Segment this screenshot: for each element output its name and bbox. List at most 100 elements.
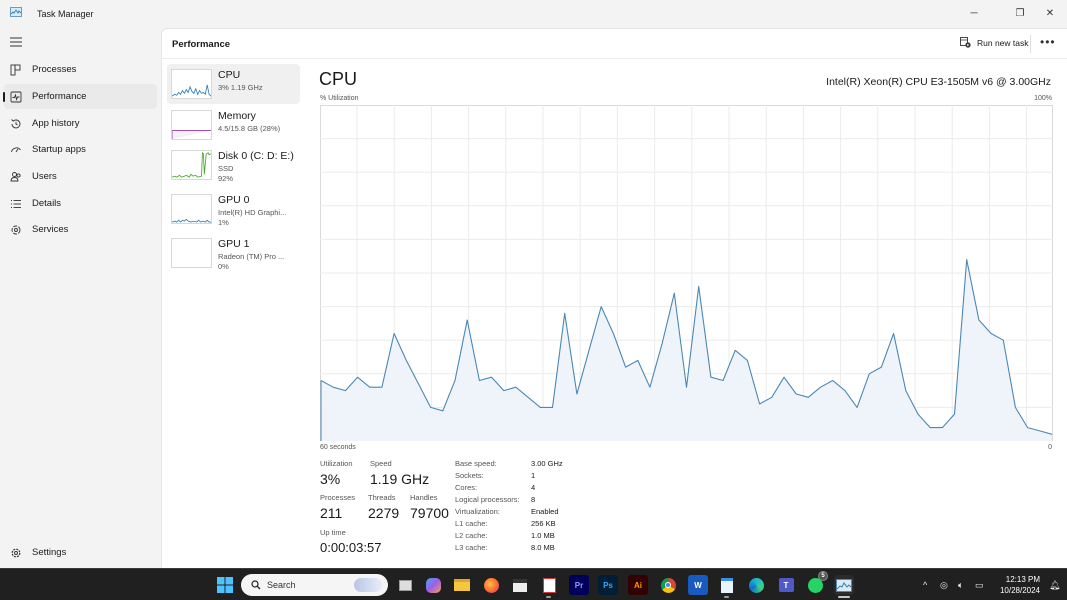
device-usage: 92%	[218, 174, 234, 183]
spec-value: 1	[531, 471, 536, 480]
header-divider	[1030, 35, 1031, 53]
illustrator-button[interactable]: Ai	[628, 575, 648, 595]
copilot-button[interactable]	[423, 575, 443, 595]
x-axis-left-label: 60 seconds	[320, 444, 356, 451]
hamburger-icon[interactable]	[10, 37, 22, 47]
task-manager-active-indicator	[838, 596, 850, 598]
gear-icon	[11, 548, 21, 557]
notification-badge: 5	[818, 571, 828, 581]
teams-button[interactable]: T	[776, 575, 796, 595]
cpu-title: CPU	[319, 69, 358, 89]
device-detail: 3% 1.19 GHz	[218, 83, 263, 92]
device-name: GPU 1	[218, 238, 250, 250]
show-hidden-icons-button[interactable]: ^	[923, 569, 927, 600]
battery-icon[interactable]: ▭	[975, 569, 984, 600]
more-options-button[interactable]: •••	[1040, 35, 1056, 49]
spec-label: Virtualization:	[455, 507, 500, 516]
handles-label: Handles	[410, 493, 438, 502]
device-item-gpu1[interactable]: GPU 1 Radeon (TM) Pro ... 0%	[167, 233, 300, 273]
sidebar-item-label: Settings	[32, 547, 67, 558]
file-explorer-button[interactable]	[452, 575, 472, 595]
search-placeholder: Search	[267, 580, 296, 590]
device-usage: 1%	[218, 218, 229, 227]
taskbar-clock[interactable]: 12:13 PM 10/28/2024	[995, 574, 1040, 596]
whatsapp-button[interactable]: 5	[805, 571, 828, 595]
sidebar-item-services[interactable]: Services	[4, 217, 157, 242]
clock-time: 12:13 PM	[1005, 575, 1040, 584]
page-title: Performance	[172, 39, 231, 50]
copilot-icon	[425, 577, 441, 593]
clock-date: 10/28/2024	[999, 586, 1040, 595]
clapper-app-button[interactable]	[510, 575, 530, 595]
sidebar-item-startup-apps[interactable]: Startup apps	[4, 137, 157, 162]
chrome-button[interactable]	[658, 575, 678, 595]
window-title: Task Manager	[37, 9, 94, 19]
spec-label: L3 cache:	[455, 543, 488, 552]
uptime-label: Up time	[320, 528, 346, 537]
device-name: GPU 0	[218, 194, 250, 206]
sidebar-item-users[interactable]: Users	[4, 164, 157, 189]
close-icon: ✕	[1045, 7, 1055, 19]
close-button[interactable]: ✕	[1036, 4, 1064, 22]
task-view-button[interactable]	[395, 575, 415, 595]
run-new-task-button[interactable]: Run new task	[960, 37, 1029, 48]
cpu-thumbnail-graph	[171, 69, 212, 99]
sidebar-item-label: App history	[32, 118, 80, 129]
network-icon[interactable]: ◎	[940, 569, 948, 600]
minimize-button[interactable]: ─	[960, 4, 988, 22]
gpu1-thumbnail-graph	[171, 238, 212, 268]
sidebar-item-performance[interactable]: Performance	[3, 84, 157, 109]
notifications-bell-icon[interactable]: 🔔︎	[1049, 569, 1060, 600]
sidebar-item-label: Processes	[32, 64, 77, 75]
spec-label: L2 cache:	[455, 531, 488, 540]
handles-value: 79700	[410, 505, 449, 521]
spec-value: 8.0 MB	[531, 543, 555, 552]
photoshop-icon: Ps	[603, 580, 613, 590]
photoshop-button[interactable]: Ps	[598, 575, 618, 595]
word-button[interactable]: W	[688, 575, 708, 595]
sidebar-item-label: Users	[32, 171, 57, 182]
windows-logo-icon	[217, 577, 233, 593]
device-usage: 0%	[218, 262, 229, 271]
services-icon	[11, 225, 21, 234]
spec-value: 8	[531, 495, 536, 504]
sidebar-item-details[interactable]: Details	[4, 191, 157, 216]
sidebar-item-settings[interactable]: Settings	[4, 540, 157, 565]
word-icon: W	[694, 580, 702, 590]
sidebar-item-app-history[interactable]: App history	[4, 111, 157, 136]
processes-value: 211	[320, 505, 343, 521]
snipping-tool-button[interactable]	[539, 575, 559, 595]
restore-icon: ❐	[1015, 7, 1025, 19]
run-new-task-label: Run new task	[977, 37, 1029, 48]
maximize-button[interactable]: ❐	[1006, 4, 1034, 22]
title-bar: Task Manager ─ ❐ ✕	[0, 0, 1067, 28]
firefox-button[interactable]	[481, 575, 501, 595]
spec-label: Sockets:	[455, 471, 484, 480]
task-view-icon	[398, 579, 412, 591]
sidebar-item-processes[interactable]: Processes	[4, 57, 157, 82]
task-manager-taskbar-button[interactable]	[834, 575, 854, 595]
spec-label: L1 cache:	[455, 519, 488, 528]
sidebar: Processes Performance App history Startu…	[0, 28, 160, 568]
notepad-button[interactable]	[717, 575, 737, 595]
device-item-disk0[interactable]: Disk 0 (C: D: E:) SSD 92%	[167, 145, 300, 185]
run-task-icon	[960, 37, 971, 48]
memory-thumbnail-graph	[171, 110, 212, 140]
premiere-pro-button[interactable]: Pr	[569, 575, 589, 595]
illustrator-icon: Ai	[634, 580, 642, 590]
premiere-pro-icon: Pr	[574, 580, 584, 590]
device-item-cpu[interactable]: CPU 3% 1.19 GHz	[167, 64, 300, 104]
search-highlight-image	[354, 578, 382, 592]
notepad-running-indicator	[724, 596, 729, 598]
device-item-memory[interactable]: Memory 4.5/15.8 GB (28%)	[167, 105, 300, 145]
details-icon	[11, 199, 21, 208]
volume-icon[interactable]: 🔈︎	[958, 569, 963, 600]
task-manager-icon	[836, 578, 852, 592]
spec-label: Base speed:	[455, 459, 497, 468]
start-button[interactable]	[215, 575, 235, 595]
taskbar-search[interactable]: Search	[241, 574, 388, 596]
edge-button[interactable]	[746, 575, 766, 595]
sidebar-item-label: Services	[32, 224, 69, 235]
y-axis-label: % Utilization	[320, 95, 359, 102]
device-item-gpu0[interactable]: GPU 0 Intel(R) HD Graphi... 1%	[167, 189, 300, 229]
